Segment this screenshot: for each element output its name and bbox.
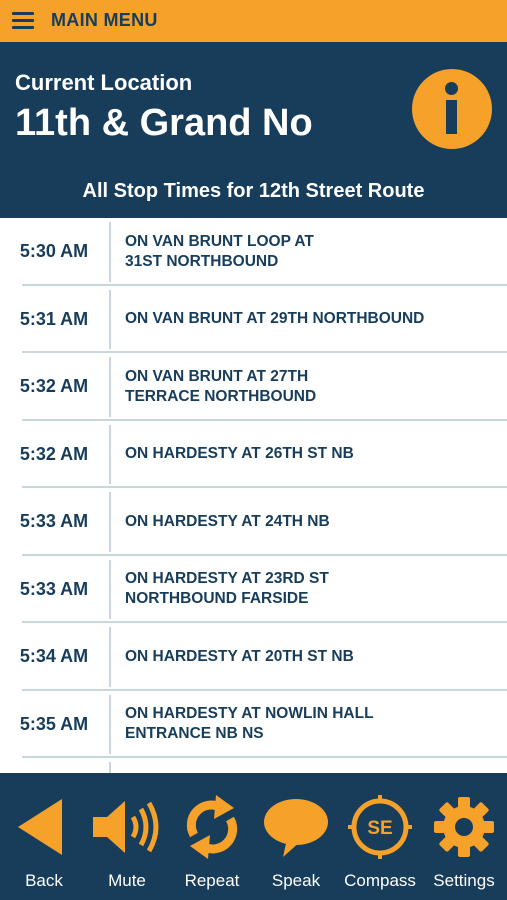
stop-name: ON VAN BRUNT LOOP AT 31ST NORTHBOUND [125, 232, 314, 270]
mute-label: Mute [108, 871, 146, 890]
stop-time: 5:31 AM [19, 308, 89, 329]
back-button[interactable]: Back [2, 773, 86, 900]
repeat-button[interactable]: Repeat [170, 773, 254, 900]
compass-label: Compass [344, 871, 416, 890]
stop-name: ON HARDESTY AT NOWLIN HALL ENTRANCE NB NS [125, 705, 374, 743]
stop-time: 5:32 AM [19, 443, 89, 464]
stop-name: ON VAN BRUNT AT 29TH NORTHBOUND [125, 310, 425, 328]
info-icon[interactable] [412, 69, 492, 149]
stop-time: 5:32 AM [19, 376, 89, 397]
speak-label: Speak [271, 871, 321, 890]
stop-name: ON VAN BRUNT AT 27TH TERRACE NORTHBOUND [125, 367, 317, 405]
list-item[interactable]: 5:35 AM ON HARDESTY AT NOWLIN HALL ENTRAN… [0, 691, 507, 758]
stop-time: 5:34 AM [19, 646, 89, 667]
gear-icon [434, 797, 494, 857]
stop-time: 5:33 AM [19, 511, 89, 532]
list-item[interactable]: 5:34 AM ON HARDESTY AT 20TH ST NB [0, 623, 507, 691]
list-item[interactable] [0, 758, 507, 773]
list-item[interactable]: 5:32 AM ON HARDESTY AT 26TH ST NB [0, 421, 507, 488]
bottom-toolbar: Back Mute Repeat Speak SE Compass Settin… [0, 773, 507, 900]
top-bar: MAIN MENU [0, 0, 507, 42]
compass-button[interactable]: SE Compass [338, 773, 422, 900]
settings-label: Settings [433, 871, 495, 890]
speech-bubble-icon [264, 799, 328, 857]
stop-time: 5:33 AM [19, 578, 89, 599]
speaker-icon [93, 801, 159, 853]
list-item[interactable]: 5:30 AM ON VAN BRUNT LOOP AT 31ST NORTHBO… [0, 218, 507, 286]
stop-time: 5:35 AM [19, 713, 89, 734]
list-item[interactable]: 5:32 AM ON VAN BRUNT AT 27TH TERRACE NORT… [0, 353, 507, 421]
stop-times-list[interactable]: 5:30 AM ON VAN BRUNT LOOP AT 31ST NORTHBO… [0, 218, 507, 773]
list-item[interactable]: 5:33 AM ON HARDESTY AT 24TH NB [0, 488, 507, 556]
menu-icon[interactable] [12, 12, 34, 30]
repeat-icon [186, 795, 238, 859]
back-arrow-icon [18, 799, 62, 855]
compass-direction: SE [367, 818, 392, 839]
route-title: All Stop Times for 12th Street Route [82, 180, 425, 202]
speak-button[interactable]: Speak [254, 773, 338, 900]
stop-name: ON HARDESTY AT 26TH ST NB [125, 445, 354, 463]
list-item[interactable]: 5:33 AM ON HARDESTY AT 23RD ST NORTHBOUND… [0, 556, 507, 623]
stop-name: ON HARDESTY AT 24TH NB [125, 512, 330, 530]
current-location-label: Current Location [15, 70, 193, 95]
compass-icon: SE [348, 795, 412, 859]
stop-name: ON HARDESTY AT 20TH ST NB [125, 647, 354, 665]
stop-name: ON HARDESTY AT 23RD ST NORTHBOUND FARSIDE [125, 570, 329, 608]
location-header: Current Location 11th & Grand No All Sto… [0, 42, 507, 218]
settings-button[interactable]: Settings [422, 773, 506, 900]
back-label: Back [25, 871, 63, 890]
list-item[interactable]: 5:31 AM ON VAN BRUNT AT 29TH NORTHBOUND [0, 286, 507, 353]
main-menu-button[interactable]: MAIN MENU [51, 10, 158, 31]
stop-time: 5:30 AM [19, 241, 89, 262]
current-location-name: 11th & Grand No [15, 102, 313, 144]
repeat-label: Repeat [184, 871, 240, 890]
mute-button[interactable]: Mute [85, 773, 169, 900]
